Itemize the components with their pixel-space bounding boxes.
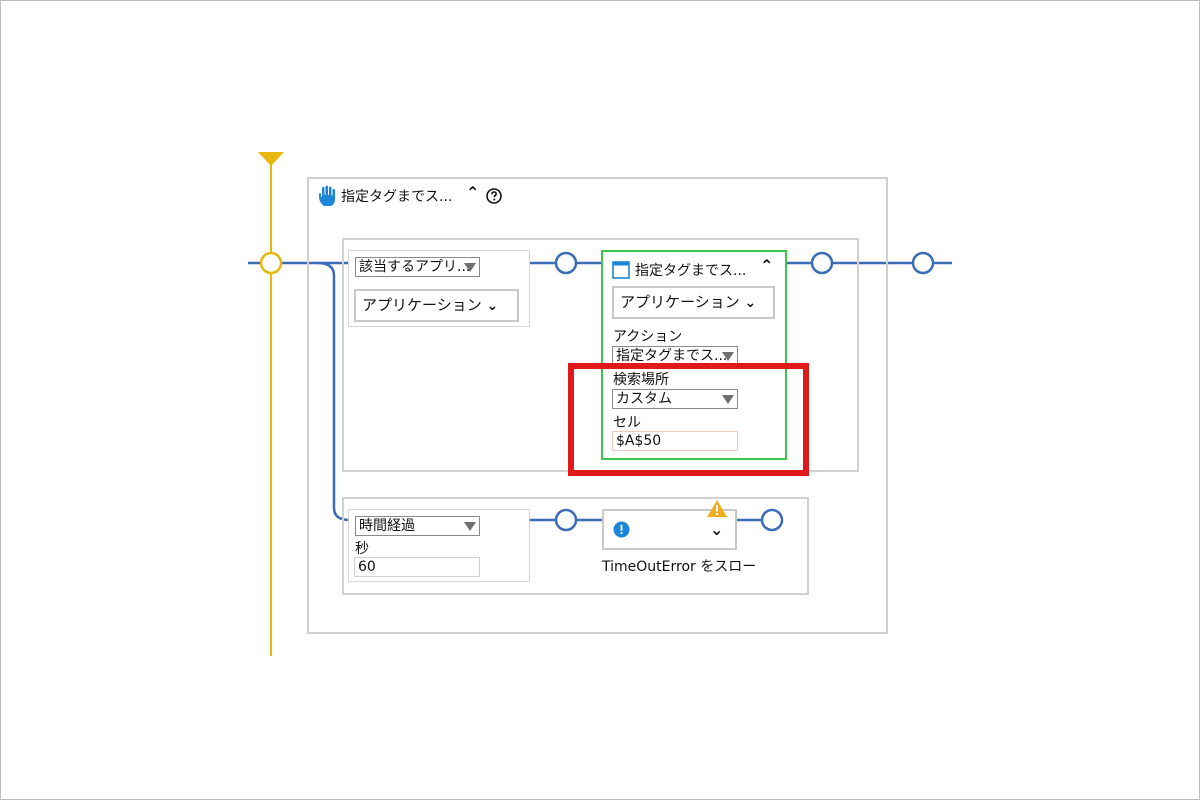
- warning-icon: [707, 500, 727, 517]
- outer-block-title: 指定タグまでス...: [341, 189, 453, 205]
- window-icon: [612, 261, 630, 279]
- chevron-down-icon: ⌄: [486, 298, 499, 314]
- timeline-node: [259, 251, 283, 275]
- chevron-up-icon[interactable]: ⌃: [760, 256, 773, 275]
- action-label: アクション: [613, 329, 683, 345]
- help-circle-icon[interactable]: [486, 188, 502, 204]
- chevron-down-icon[interactable]: ⌄: [710, 520, 723, 539]
- app-branch-select[interactable]: 該当するアプリ...: [355, 257, 480, 277]
- action-app-dropdown[interactable]: アプリケーション ⌄: [612, 286, 775, 319]
- dropdown-arrow-icon: [464, 522, 476, 531]
- hand-icon: [319, 185, 335, 206]
- chevron-down-icon: ⌄: [744, 295, 757, 311]
- dropdown-arrow-icon: [464, 263, 476, 272]
- app-branch-dropdown[interactable]: アプリケーション ⌄: [354, 289, 519, 322]
- error-info-icon: [613, 521, 630, 538]
- dropdown-arrow-icon: [722, 352, 734, 361]
- seconds-label: 秒: [355, 541, 369, 557]
- time-branch-select[interactable]: 時間経過: [355, 516, 480, 536]
- chevron-up-icon[interactable]: ⌃: [466, 183, 479, 202]
- error-caption: TimeOutError をスロー: [602, 559, 757, 575]
- timeline-start-marker: [258, 152, 284, 166]
- highlight-box: [568, 363, 809, 476]
- seconds-input[interactable]: 60: [354, 557, 480, 577]
- flow-node: [911, 251, 935, 275]
- action-card-title: 指定タグまでス...: [635, 263, 747, 279]
